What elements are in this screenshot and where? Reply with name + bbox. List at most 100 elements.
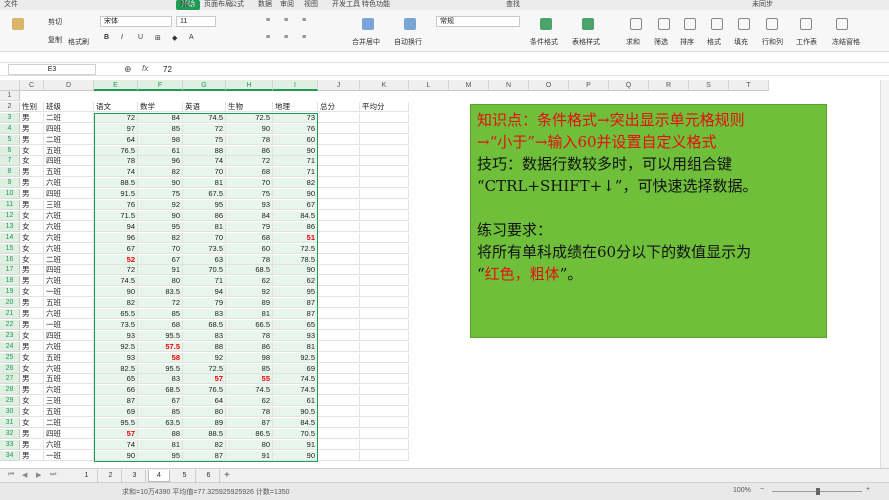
table-cell[interactable]: 90: [273, 189, 318, 200]
table-cell[interactable]: 65.5: [94, 309, 138, 319]
table-cell[interactable]: 93: [273, 330, 318, 341]
table-cell[interactable]: 95.5: [138, 363, 183, 374]
table-cell[interactable]: 四班: [44, 123, 94, 134]
table-cell[interactable]: 65: [94, 374, 138, 385]
table-cell[interactable]: 六班: [44, 178, 94, 189]
empty-cell[interactable]: [318, 145, 360, 156]
merge-icon[interactable]: [362, 18, 374, 30]
worksheet-button[interactable]: 工作表: [796, 37, 817, 47]
table-style-icon[interactable]: [582, 18, 594, 30]
empty-cell[interactable]: [318, 200, 360, 210]
row-header-7[interactable]: 7: [0, 156, 20, 167]
table-cell[interactable]: 一班: [44, 450, 94, 461]
menu-item-6[interactable]: 审阅: [280, 0, 294, 10]
table-cell[interactable]: 98: [138, 134, 183, 145]
table-cell[interactable]: 男: [20, 276, 44, 287]
row-header-26[interactable]: 26: [0, 363, 20, 374]
table-cell[interactable]: 68: [226, 167, 273, 178]
empty-cell[interactable]: [360, 298, 409, 309]
table-cell[interactable]: 女: [20, 243, 44, 254]
table-cell[interactable]: 68: [138, 319, 183, 330]
table-cell[interactable]: 95.5: [138, 330, 183, 341]
table-cell[interactable]: 男: [20, 385, 44, 396]
empty-cell[interactable]: [360, 396, 409, 407]
table-cell[interactable]: 男: [20, 200, 44, 210]
sheet-tab-4[interactable]: 4: [148, 470, 170, 482]
column-header-G[interactable]: G: [183, 80, 226, 91]
table-cell[interactable]: 男: [20, 112, 44, 123]
format-button[interactable]: 格式: [707, 37, 721, 47]
table-cell[interactable]: 90: [138, 210, 183, 221]
search-label[interactable]: 查找: [506, 0, 520, 10]
table-cell[interactable]: 男: [20, 189, 44, 200]
header-cell[interactable]: 英语: [183, 101, 226, 112]
empty-cell[interactable]: [360, 418, 409, 428]
table-cell[interactable]: 71.5: [94, 210, 138, 221]
empty-cell[interactable]: [318, 428, 360, 439]
row-header-8[interactable]: 8: [0, 167, 20, 178]
row-header-16[interactable]: 16: [0, 254, 20, 265]
table-cell[interactable]: 女: [20, 363, 44, 374]
table-cell[interactable]: 83: [183, 330, 226, 341]
table-cell[interactable]: 82: [138, 167, 183, 178]
empty-cell[interactable]: [360, 330, 409, 341]
header-cell[interactable]: 班级: [44, 101, 94, 112]
table-cell[interactable]: 62: [273, 276, 318, 287]
empty-cell[interactable]: [360, 352, 409, 363]
table-cell[interactable]: 68.5: [226, 265, 273, 276]
empty-cell[interactable]: [360, 221, 409, 232]
sheet-tab-1[interactable]: 1: [76, 470, 98, 482]
table-cell[interactable]: 58: [138, 352, 183, 363]
table-cell[interactable]: 51: [273, 232, 318, 243]
column-header-O[interactable]: O: [529, 80, 569, 91]
table-cell[interactable]: 男: [20, 374, 44, 385]
table-cell[interactable]: 64: [94, 134, 138, 145]
empty-cell[interactable]: [360, 200, 409, 210]
row-header-2[interactable]: 2: [0, 101, 20, 112]
instruction-note[interactable]: 知识点：条件格式→突出显示单元格规则 →“小于”→输入60并设置自定义格式 技巧…: [470, 104, 827, 338]
table-cell[interactable]: 72: [138, 298, 183, 309]
table-cell[interactable]: 74: [183, 156, 226, 167]
table-cell[interactable]: 78: [94, 156, 138, 167]
empty-cell[interactable]: [318, 363, 360, 374]
empty-cell[interactable]: [360, 341, 409, 352]
align-top-icon[interactable]: ≡: [266, 17, 270, 24]
row-header-19[interactable]: 19: [0, 287, 20, 298]
table-cell[interactable]: 95: [183, 200, 226, 210]
table-cell[interactable]: 74.5: [226, 385, 273, 396]
table-cell[interactable]: 75: [226, 189, 273, 200]
table-cell[interactable]: 89: [226, 298, 273, 309]
table-cell[interactable]: 98: [226, 352, 273, 363]
table-cell[interactable]: 82: [183, 439, 226, 450]
table-cell[interactable]: 93: [226, 200, 273, 210]
table-cell[interactable]: 73: [273, 112, 318, 123]
column-header-I[interactable]: I: [273, 80, 318, 91]
table-cell[interactable]: 94: [94, 221, 138, 232]
row-header-20[interactable]: 20: [0, 298, 20, 309]
column-header-H[interactable]: H: [226, 80, 273, 91]
row-col-icon[interactable]: [766, 18, 778, 30]
table-cell[interactable]: 95.5: [94, 418, 138, 428]
table-cell[interactable]: 五班: [44, 352, 94, 363]
row-header-21[interactable]: 21: [0, 309, 20, 319]
table-cell[interactable]: 女: [20, 232, 44, 243]
table-cell[interactable]: 67.5: [183, 189, 226, 200]
table-cell[interactable]: 二班: [44, 112, 94, 123]
table-style-button[interactable]: 表格样式: [572, 37, 600, 47]
table-cell[interactable]: 一班: [44, 319, 94, 330]
table-cell[interactable]: 71: [273, 167, 318, 178]
table-cell[interactable]: 84.5: [273, 210, 318, 221]
table-cell[interactable]: 78: [226, 330, 273, 341]
empty-cell[interactable]: [360, 407, 409, 418]
zoom-in-icon[interactable]: +: [866, 486, 870, 493]
table-cell[interactable]: 80: [138, 276, 183, 287]
empty-cell[interactable]: [318, 134, 360, 145]
row-header-25[interactable]: 25: [0, 352, 20, 363]
column-header-M[interactable]: M: [449, 80, 489, 91]
paste-icon[interactable]: [12, 18, 24, 30]
table-cell[interactable]: 68: [226, 232, 273, 243]
fill-color-icon[interactable]: ◆: [172, 34, 177, 42]
vertical-scrollbar[interactable]: [880, 80, 889, 468]
add-sheet-icon[interactable]: +: [224, 470, 230, 481]
table-cell[interactable]: 65: [273, 319, 318, 330]
